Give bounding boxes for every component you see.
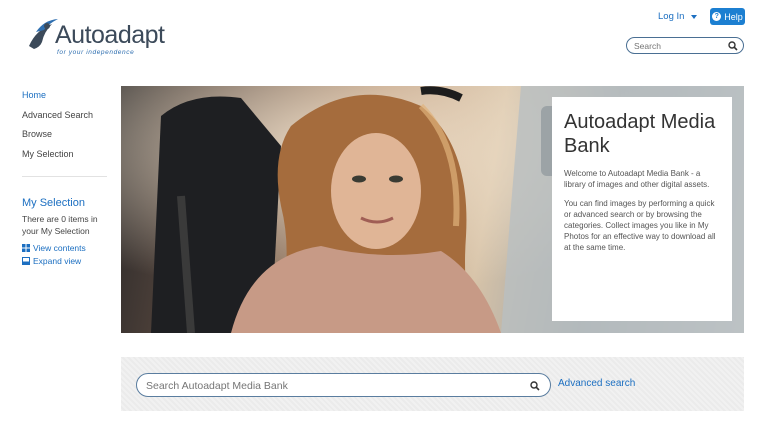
sidebar-divider [22,176,107,177]
view-contents-label: View contents [33,243,86,253]
header-search [626,37,744,54]
main-search [136,373,551,397]
advanced-search-link[interactable]: Advanced search [558,378,635,389]
expand-view-label: Expand view [33,256,82,266]
autoadapt-logo[interactable]: Autoadapt for your independence [26,16,186,56]
hero-title: Autoadapt Media Bank [564,111,716,157]
help-button[interactable]: ? Help [710,8,745,25]
hero-paragraph-instructions: You can find images by performing a quic… [564,199,716,252]
question-circle-icon: ? [712,12,722,21]
caret-down-icon [691,14,698,19]
hero-welcome-card: Autoadapt Media Bank Welcome to Autoadap… [552,97,732,321]
my-selection-heading: My Selection [22,197,85,209]
sidebar-item-advanced-search[interactable]: Advanced Search [22,110,112,130]
login-label: Log In [658,11,685,22]
search-icon[interactable] [728,41,738,51]
login-dropdown[interactable]: Log In [658,11,698,22]
logo-tagline: for your independence [57,49,135,56]
help-label: Help [724,11,743,22]
hero-paragraph-welcome: Welcome to Autoadapt Media Bank - a libr… [564,169,710,189]
expand-panel-icon [22,257,30,265]
sidebar-item-my-selection[interactable]: My Selection [22,149,112,169]
grid-icon [22,244,30,252]
logo-text: Autoadapt [55,21,165,49]
main-search-input[interactable] [146,378,516,393]
sidebar-item-browse[interactable]: Browse [22,129,112,149]
my-selection-count-text: There are 0 items in your My Selection [22,214,98,236]
sidebar-nav: Home Advanced Search Browse My Selection [22,90,112,168]
view-contents-link[interactable]: View contents [22,243,86,253]
expand-view-link[interactable]: Expand view [22,256,81,266]
header-search-input[interactable] [634,40,724,52]
search-icon[interactable] [530,381,540,391]
sidebar-item-home[interactable]: Home [22,90,112,110]
